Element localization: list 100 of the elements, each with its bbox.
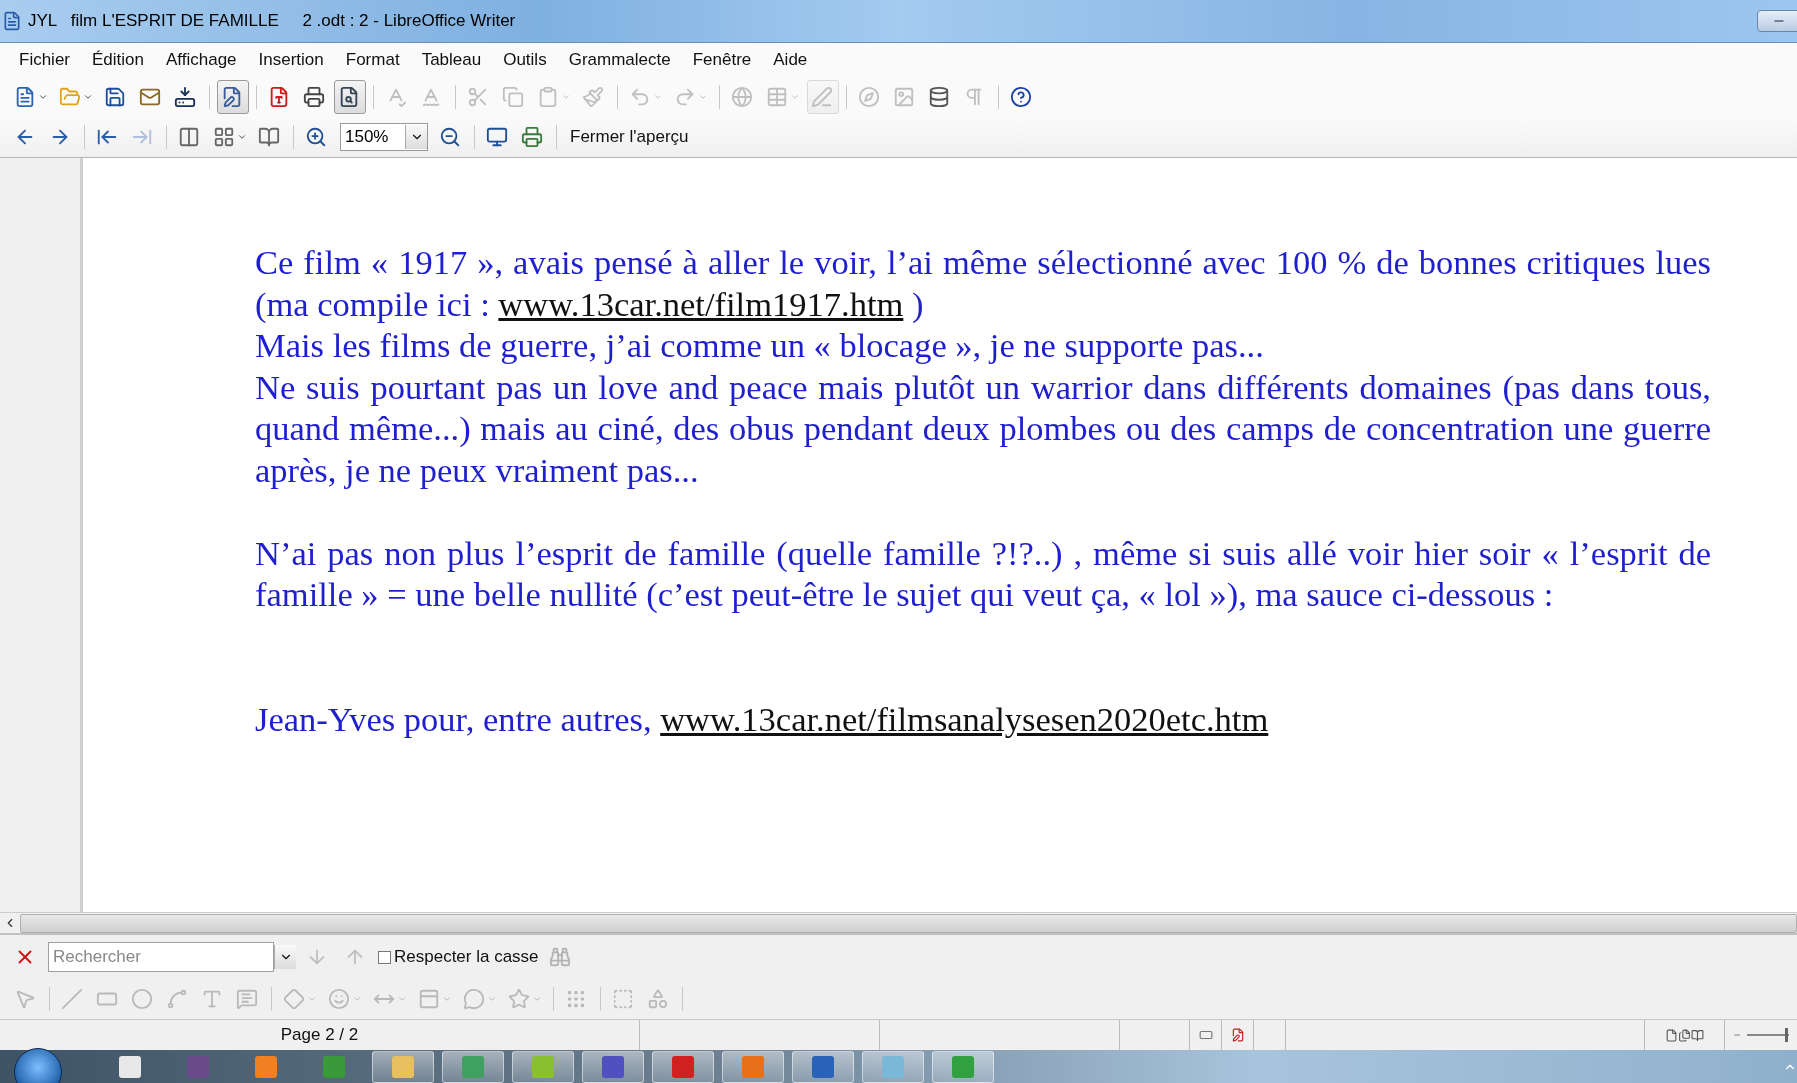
close-preview-button[interactable]: Fermer l'aperçu bbox=[564, 123, 695, 151]
flowchart-icon bbox=[418, 988, 440, 1010]
search-field[interactable]: Rechercher bbox=[48, 942, 274, 972]
taskbar-app-button[interactable] bbox=[722, 1050, 784, 1083]
open-book-icon bbox=[258, 126, 280, 148]
taskbar-app-button[interactable] bbox=[372, 1050, 434, 1083]
caret-icon bbox=[442, 994, 452, 1004]
callout-icon bbox=[236, 988, 258, 1010]
zoom-in-icon bbox=[305, 126, 327, 148]
single-page-icon bbox=[1665, 1028, 1678, 1042]
shapes-icon bbox=[647, 988, 669, 1010]
app-icon bbox=[532, 1055, 554, 1078]
page-magnifier-icon bbox=[338, 86, 360, 108]
app-icon bbox=[392, 1055, 414, 1078]
app-icon bbox=[882, 1055, 904, 1078]
menu-item[interactable]: Grammalecte bbox=[557, 48, 682, 72]
pointer-icon bbox=[14, 988, 36, 1010]
page-grid-icon bbox=[213, 126, 235, 148]
pdf-file-icon bbox=[268, 86, 290, 108]
caret-icon bbox=[790, 92, 800, 102]
compass-icon bbox=[858, 86, 880, 108]
app-icon bbox=[255, 1055, 277, 1078]
menu-item[interactable]: Tableau bbox=[410, 48, 493, 72]
caret-icon bbox=[352, 994, 362, 1004]
pen-icon bbox=[811, 86, 833, 108]
zoom-out-icon bbox=[439, 126, 461, 148]
copy-icon bbox=[502, 86, 524, 108]
menu-item[interactable]: Aide bbox=[762, 48, 819, 72]
caret-icon bbox=[532, 994, 542, 1004]
menu-item[interactable]: Affichage bbox=[155, 48, 248, 72]
globe-icon bbox=[731, 86, 753, 108]
app-icon bbox=[187, 1055, 209, 1078]
spellcheck-wavy-icon bbox=[420, 86, 442, 108]
menu-item[interactable]: Insertion bbox=[247, 48, 335, 72]
book-icon bbox=[1691, 1028, 1704, 1042]
app-icon bbox=[323, 1055, 345, 1078]
menu-item[interactable]: Fenêtre bbox=[681, 48, 763, 72]
undo-icon bbox=[629, 86, 651, 108]
taskbar-app-button[interactable] bbox=[652, 1050, 714, 1083]
selection-mode-icon bbox=[1198, 1028, 1213, 1042]
web-link[interactable]: www.13car.net/film1917.htm bbox=[498, 284, 904, 323]
multi-page-icon bbox=[1678, 1028, 1691, 1042]
web-link[interactable]: www.13car.net/filmsanalysesen2020etc.htm bbox=[660, 699, 1269, 738]
text-frame-icon bbox=[612, 988, 634, 1010]
scissors-icon bbox=[467, 86, 489, 108]
diamond-icon bbox=[283, 988, 305, 1010]
app-icon bbox=[462, 1055, 484, 1078]
app-icon bbox=[742, 1055, 764, 1078]
menu-item[interactable]: Édition bbox=[81, 48, 155, 72]
document-paragraph: Mais les films de guerre, j’ai comme un « blocage », je ne supporte pas... bbox=[255, 325, 1265, 366]
taskbar-app-button[interactable] bbox=[792, 1050, 854, 1083]
table-icon bbox=[766, 86, 788, 108]
text-icon bbox=[201, 988, 223, 1010]
slider-thumb[interactable] bbox=[1784, 1028, 1788, 1042]
dropdown-button[interactable] bbox=[274, 945, 296, 969]
caret-icon bbox=[38, 92, 48, 102]
monitor-icon bbox=[486, 126, 508, 148]
caret-icon bbox=[83, 92, 93, 102]
image-icon bbox=[893, 86, 915, 108]
dropdown-button[interactable] bbox=[405, 125, 427, 149]
menu-item[interactable]: Fichier bbox=[8, 48, 81, 72]
zoom-combobox[interactable]: 150% bbox=[340, 123, 428, 151]
checkbox[interactable] bbox=[378, 950, 391, 964]
two-pages-icon bbox=[178, 126, 200, 148]
menu-item[interactable]: Format bbox=[334, 48, 411, 72]
caret-icon bbox=[307, 994, 317, 1004]
taskbar-app-button[interactable] bbox=[512, 1050, 574, 1083]
speech-bubble-icon bbox=[463, 988, 485, 1010]
app-icon bbox=[812, 1055, 834, 1078]
caret-icon bbox=[237, 132, 247, 142]
printer-icon bbox=[521, 126, 543, 148]
edit-mode-button[interactable] bbox=[217, 80, 249, 114]
help-icon bbox=[1010, 86, 1032, 108]
taskbar-app-button[interactable] bbox=[932, 1050, 994, 1083]
page-indicator: Page 2 / 2 bbox=[280, 1025, 359, 1045]
app-icon bbox=[952, 1055, 974, 1078]
taskbar-app-button[interactable] bbox=[582, 1050, 644, 1083]
folder-icon bbox=[59, 86, 81, 108]
printer-icon bbox=[303, 86, 325, 108]
scrollbar-thumb[interactable] bbox=[20, 913, 1797, 933]
print-preview-button[interactable] bbox=[334, 80, 366, 114]
minimize-button[interactable] bbox=[1757, 10, 1797, 32]
caret-icon bbox=[397, 994, 407, 1004]
curve-icon bbox=[166, 988, 188, 1010]
clipboard-icon bbox=[537, 86, 559, 108]
app-icon bbox=[602, 1055, 624, 1078]
document-modified-icon bbox=[1230, 1028, 1245, 1042]
app-icon bbox=[119, 1055, 141, 1078]
document-paragraph: Ce film « 1917 », avais pensé à aller le voir, l’ai même sélectionné avec 100 % de bonnes critiques lues (ma compile ici : www.13car.net/film1917.htm ) bbox=[255, 242, 1711, 325]
window-title: JYL film L'ESPRIT DE FAMILLE 2 .odt : 2 - LibreOffice Writer bbox=[28, 11, 516, 31]
menu-item[interactable]: Outils bbox=[492, 48, 558, 72]
taskbar-app-button[interactable] bbox=[442, 1050, 504, 1083]
database-icon bbox=[928, 86, 950, 108]
document-pencil-icon bbox=[221, 86, 243, 108]
line-icon bbox=[61, 988, 83, 1010]
start-button[interactable] bbox=[14, 1047, 62, 1083]
dots-icon bbox=[565, 988, 587, 1010]
document-icon bbox=[2, 11, 22, 31]
paintbrush-icon bbox=[582, 86, 604, 108]
document-paragraph: Jean-Yves pour, entre autres, www.13car.net/filmsanalysesen2020etc.htm bbox=[255, 698, 1270, 740]
